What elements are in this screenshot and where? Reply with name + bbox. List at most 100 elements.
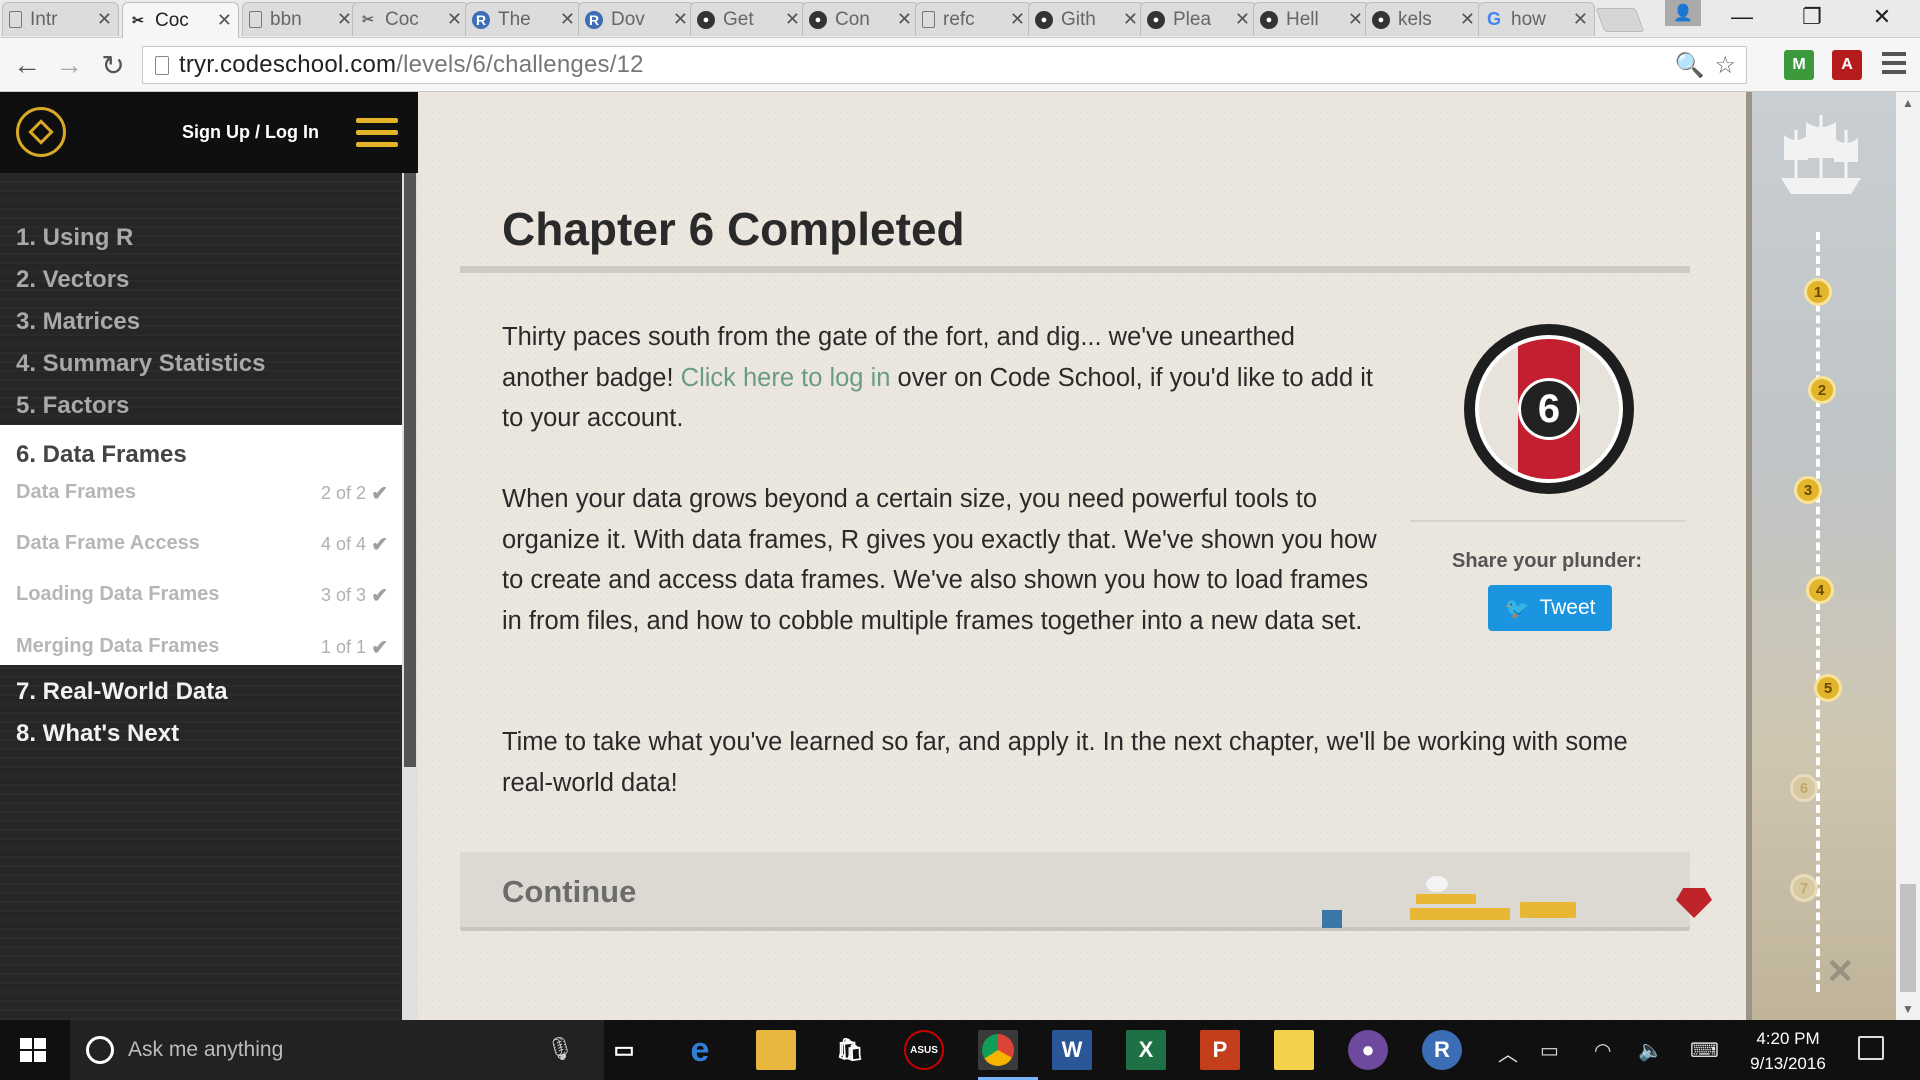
r-icon: R [472,10,490,29]
show-hidden-icons[interactable]: ︿ [1498,1038,1518,1067]
close-tab-icon[interactable]: ✕ [897,9,912,30]
close-tab-icon[interactable]: ✕ [1123,9,1138,30]
close-tab-icon[interactable]: ✕ [560,9,575,30]
chapter-item[interactable]: 5. Factors [16,392,129,420]
chapter-item[interactable]: 3. Matrices [16,308,140,336]
chapter-item[interactable]: 8. What's Next [16,720,179,748]
codeschool-logo-icon[interactable] [16,107,66,157]
login-link[interactable]: Click here to log in [681,364,891,392]
lesson-item[interactable]: Data Frame Access 4 of 4 ✔ [16,532,406,562]
chapter-item[interactable]: 7. Real-World Data [16,678,228,706]
browser-tab[interactable]: refc ✕ [915,2,1032,36]
browser-tab[interactable]: R The ✕ [465,2,582,36]
asus-app-icon[interactable]: ASUS [904,1030,944,1070]
chrome-menu-icon[interactable] [1882,52,1906,79]
page-scrollbar[interactable]: ▲ ▼ [1896,92,1920,1020]
minimize-icon[interactable]: — [1712,0,1772,34]
lesson-item[interactable]: Loading Data Frames 3 of 3 ✔ [16,583,406,613]
extension-icon[interactable]: M [1784,50,1814,80]
task-view-icon[interactable]: ▭ [604,1030,644,1070]
browser-tab-active[interactable]: ✂ Coc ✕ [122,2,239,38]
forward-arrow-icon[interactable]: → [52,48,86,82]
sidebar-scrollbar[interactable] [402,173,418,1020]
powerpoint-icon[interactable]: P [1200,1030,1240,1070]
close-tab-icon[interactable]: ✕ [1348,9,1363,30]
chapter-item[interactable]: 2. Vectors [16,266,129,294]
page-scroll-thumb[interactable] [1900,884,1916,992]
intro-paragraph: Thirty paces south from the gate of the … [502,323,1373,432]
map-waypoint[interactable]: 3 [1794,476,1822,504]
volume-icon[interactable]: 🔈 [1638,1038,1663,1063]
battery-icon[interactable]: ▭ [1540,1038,1559,1063]
browser-tab[interactable]: ● Get ✕ [690,2,807,36]
chrome-icon[interactable] [978,1030,1038,1080]
browser-tab[interactable]: ● Con ✕ [802,2,919,36]
store-icon[interactable]: 🛍 [830,1030,870,1070]
url-text[interactable]: tryr.codeschool.com/levels/6/challenges/… [179,51,644,79]
browser-tab[interactable]: ● Gith ✕ [1028,2,1145,36]
browser-tab[interactable]: ✂ Coc ✕ [352,2,469,36]
restore-icon[interactable]: ❐ [1782,0,1842,34]
close-tab-icon[interactable]: ✕ [447,9,462,30]
chapter-item-active[interactable]: 6. Data Frames [16,441,187,469]
sidebar-scroll-thumb[interactable] [404,173,416,767]
close-tab-icon[interactable]: ✕ [673,9,688,30]
tweet-button[interactable]: 🐦 Tweet [1488,585,1612,631]
browser-tab[interactable]: R Dov ✕ [578,2,695,36]
sticky-notes-icon[interactable] [1274,1030,1314,1070]
system-clock[interactable]: 4:20 PM 9/13/2016 [1738,1026,1838,1076]
map-waypoint[interactable]: 5 [1814,674,1842,702]
map-waypoint[interactable]: 2 [1808,376,1836,404]
close-tab-icon[interactable]: ✕ [1010,9,1025,30]
chapter-item[interactable]: 4. Summary Statistics [16,350,265,378]
reload-icon[interactable]: ↻ [96,48,130,82]
map-waypoint[interactable]: 7 [1790,874,1818,902]
file-explorer-icon[interactable] [756,1030,796,1070]
map-waypoint[interactable]: 1 [1804,278,1832,306]
github-icon: ● [1035,10,1053,29]
edge-icon[interactable]: e [680,1030,720,1070]
lesson-item[interactable]: Data Frames 2 of 2 ✔ [16,481,406,511]
new-tab-button[interactable] [1595,8,1645,32]
close-tab-icon[interactable]: ✕ [785,9,800,30]
github-desktop-icon[interactable]: ● [1348,1030,1388,1070]
hamburger-menu-icon[interactable] [356,118,398,154]
close-tab-icon[interactable]: ✕ [1573,9,1588,30]
browser-tab[interactable]: Ghow ✕ [1478,2,1595,36]
pdf-extension-icon[interactable]: A [1832,50,1862,80]
r-icon[interactable]: R [1422,1030,1462,1070]
profile-icon[interactable]: 👤 [1665,0,1701,26]
browser-tab[interactable]: ● Hell ✕ [1253,2,1370,36]
close-tab-icon[interactable]: ✕ [1460,9,1475,30]
close-tab-icon[interactable]: ✕ [337,9,352,30]
zoom-icon[interactable]: 🔍 [1675,51,1705,80]
lesson-item[interactable]: Merging Data Frames 1 of 1 ✔ [16,635,406,665]
close-tab-icon[interactable]: ✕ [1235,9,1250,30]
excel-icon[interactable]: X [1126,1030,1166,1070]
action-center-icon[interactable] [1858,1036,1884,1060]
bookmark-star-icon[interactable]: ☆ [1714,51,1736,80]
close-window-icon[interactable]: ✕ [1852,0,1912,34]
wifi-icon[interactable]: ◠ [1594,1038,1611,1063]
scroll-up-icon[interactable]: ▲ [1902,96,1914,110]
chapter-badge: 6 [1464,324,1634,494]
map-waypoint[interactable]: 4 [1806,576,1834,604]
continue-button[interactable]: Continue [460,849,1712,928]
chapter-item[interactable]: 1. Using R [16,224,133,252]
microphone-icon[interactable]: 🎙 [546,1036,574,1062]
back-arrow-icon[interactable]: ← [10,48,44,82]
browser-tab[interactable]: ● Plea ✕ [1140,2,1257,36]
close-tab-icon[interactable]: ✕ [97,9,112,30]
address-bar[interactable]: tryr.codeschool.com/levels/6/challenges/… [142,46,1747,84]
windows-start-icon[interactable] [20,1038,46,1062]
keyboard-icon[interactable]: ⌨ [1690,1038,1719,1063]
browser-tab[interactable]: ● kels ✕ [1365,2,1482,36]
close-tab-icon[interactable]: ✕ [217,10,232,31]
scroll-down-icon[interactable]: ▼ [1902,1002,1914,1016]
signup-login-link[interactable]: Sign Up / Log In [182,122,319,143]
cortana-search-box[interactable]: Ask me anything 🎙 [70,1020,604,1080]
browser-tab[interactable]: bbn ✕ [242,2,359,36]
word-icon[interactable]: W [1052,1030,1092,1070]
map-waypoint[interactable]: 6 [1790,774,1818,802]
browser-tab[interactable]: Intr ✕ [2,2,119,36]
